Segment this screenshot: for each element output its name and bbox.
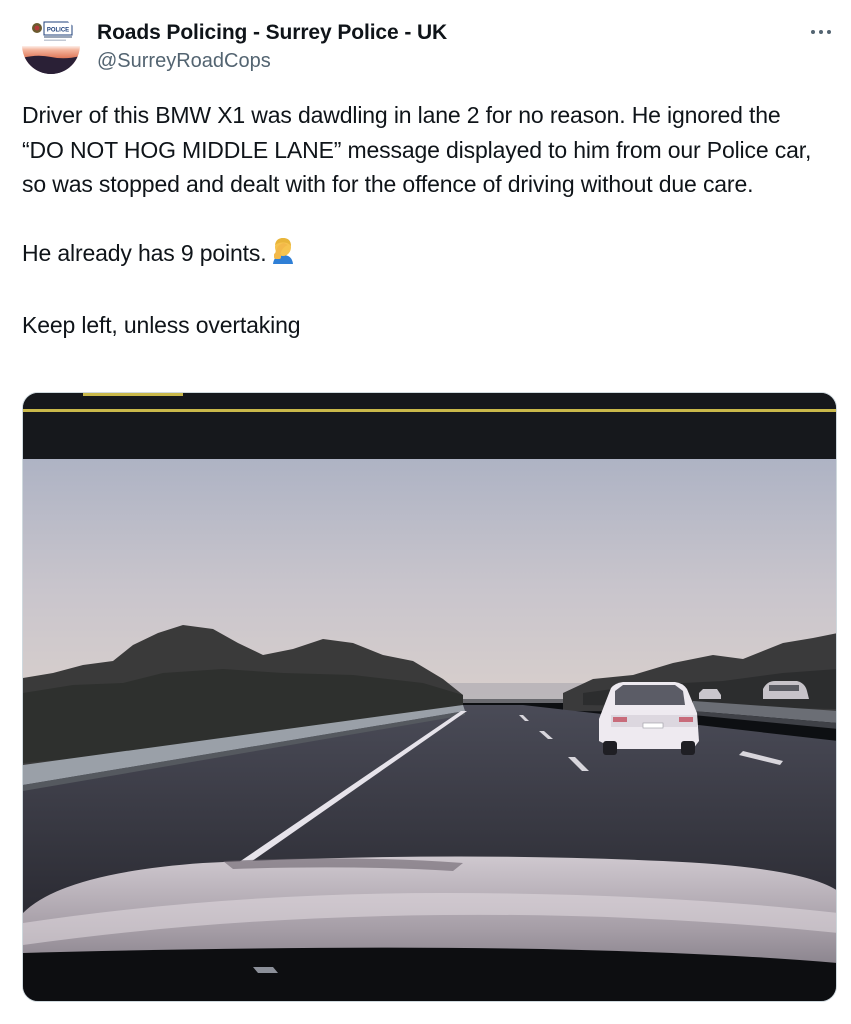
- police-crest-icon: POLICE: [22, 16, 80, 74]
- more-options-button[interactable]: [807, 22, 835, 42]
- avatar-label: POLICE: [47, 28, 69, 34]
- tweet-paragraph: He already has 9 points.: [22, 236, 822, 274]
- more-horizontal-icon: [811, 30, 831, 34]
- author-handle[interactable]: @SurreyRoadCops: [97, 47, 447, 75]
- tweet: POLICE Roads Policing - Surrey Police - …: [0, 0, 851, 1024]
- tweet-media-photo[interactable]: [22, 392, 837, 1002]
- tweet-paragraph-text: He already has 9 points.: [22, 240, 267, 266]
- bmw-x1-car: [599, 682, 699, 755]
- author-avatar[interactable]: POLICE: [22, 16, 80, 74]
- tweet-text: Driver of this BMW X1 was dawdling in la…: [22, 98, 822, 343]
- dashcam-photo: [23, 393, 836, 1001]
- author-display-name[interactable]: Roads Policing - Surrey Police - UK: [97, 19, 447, 47]
- tweet-paragraph: Driver of this BMW X1 was dawdling in la…: [22, 102, 812, 197]
- facepalm-emoji: [270, 236, 296, 274]
- author-block: Roads Policing - Surrey Police - UK @Sur…: [97, 19, 447, 75]
- tweet-paragraph: Keep left, unless overtaking: [22, 312, 301, 338]
